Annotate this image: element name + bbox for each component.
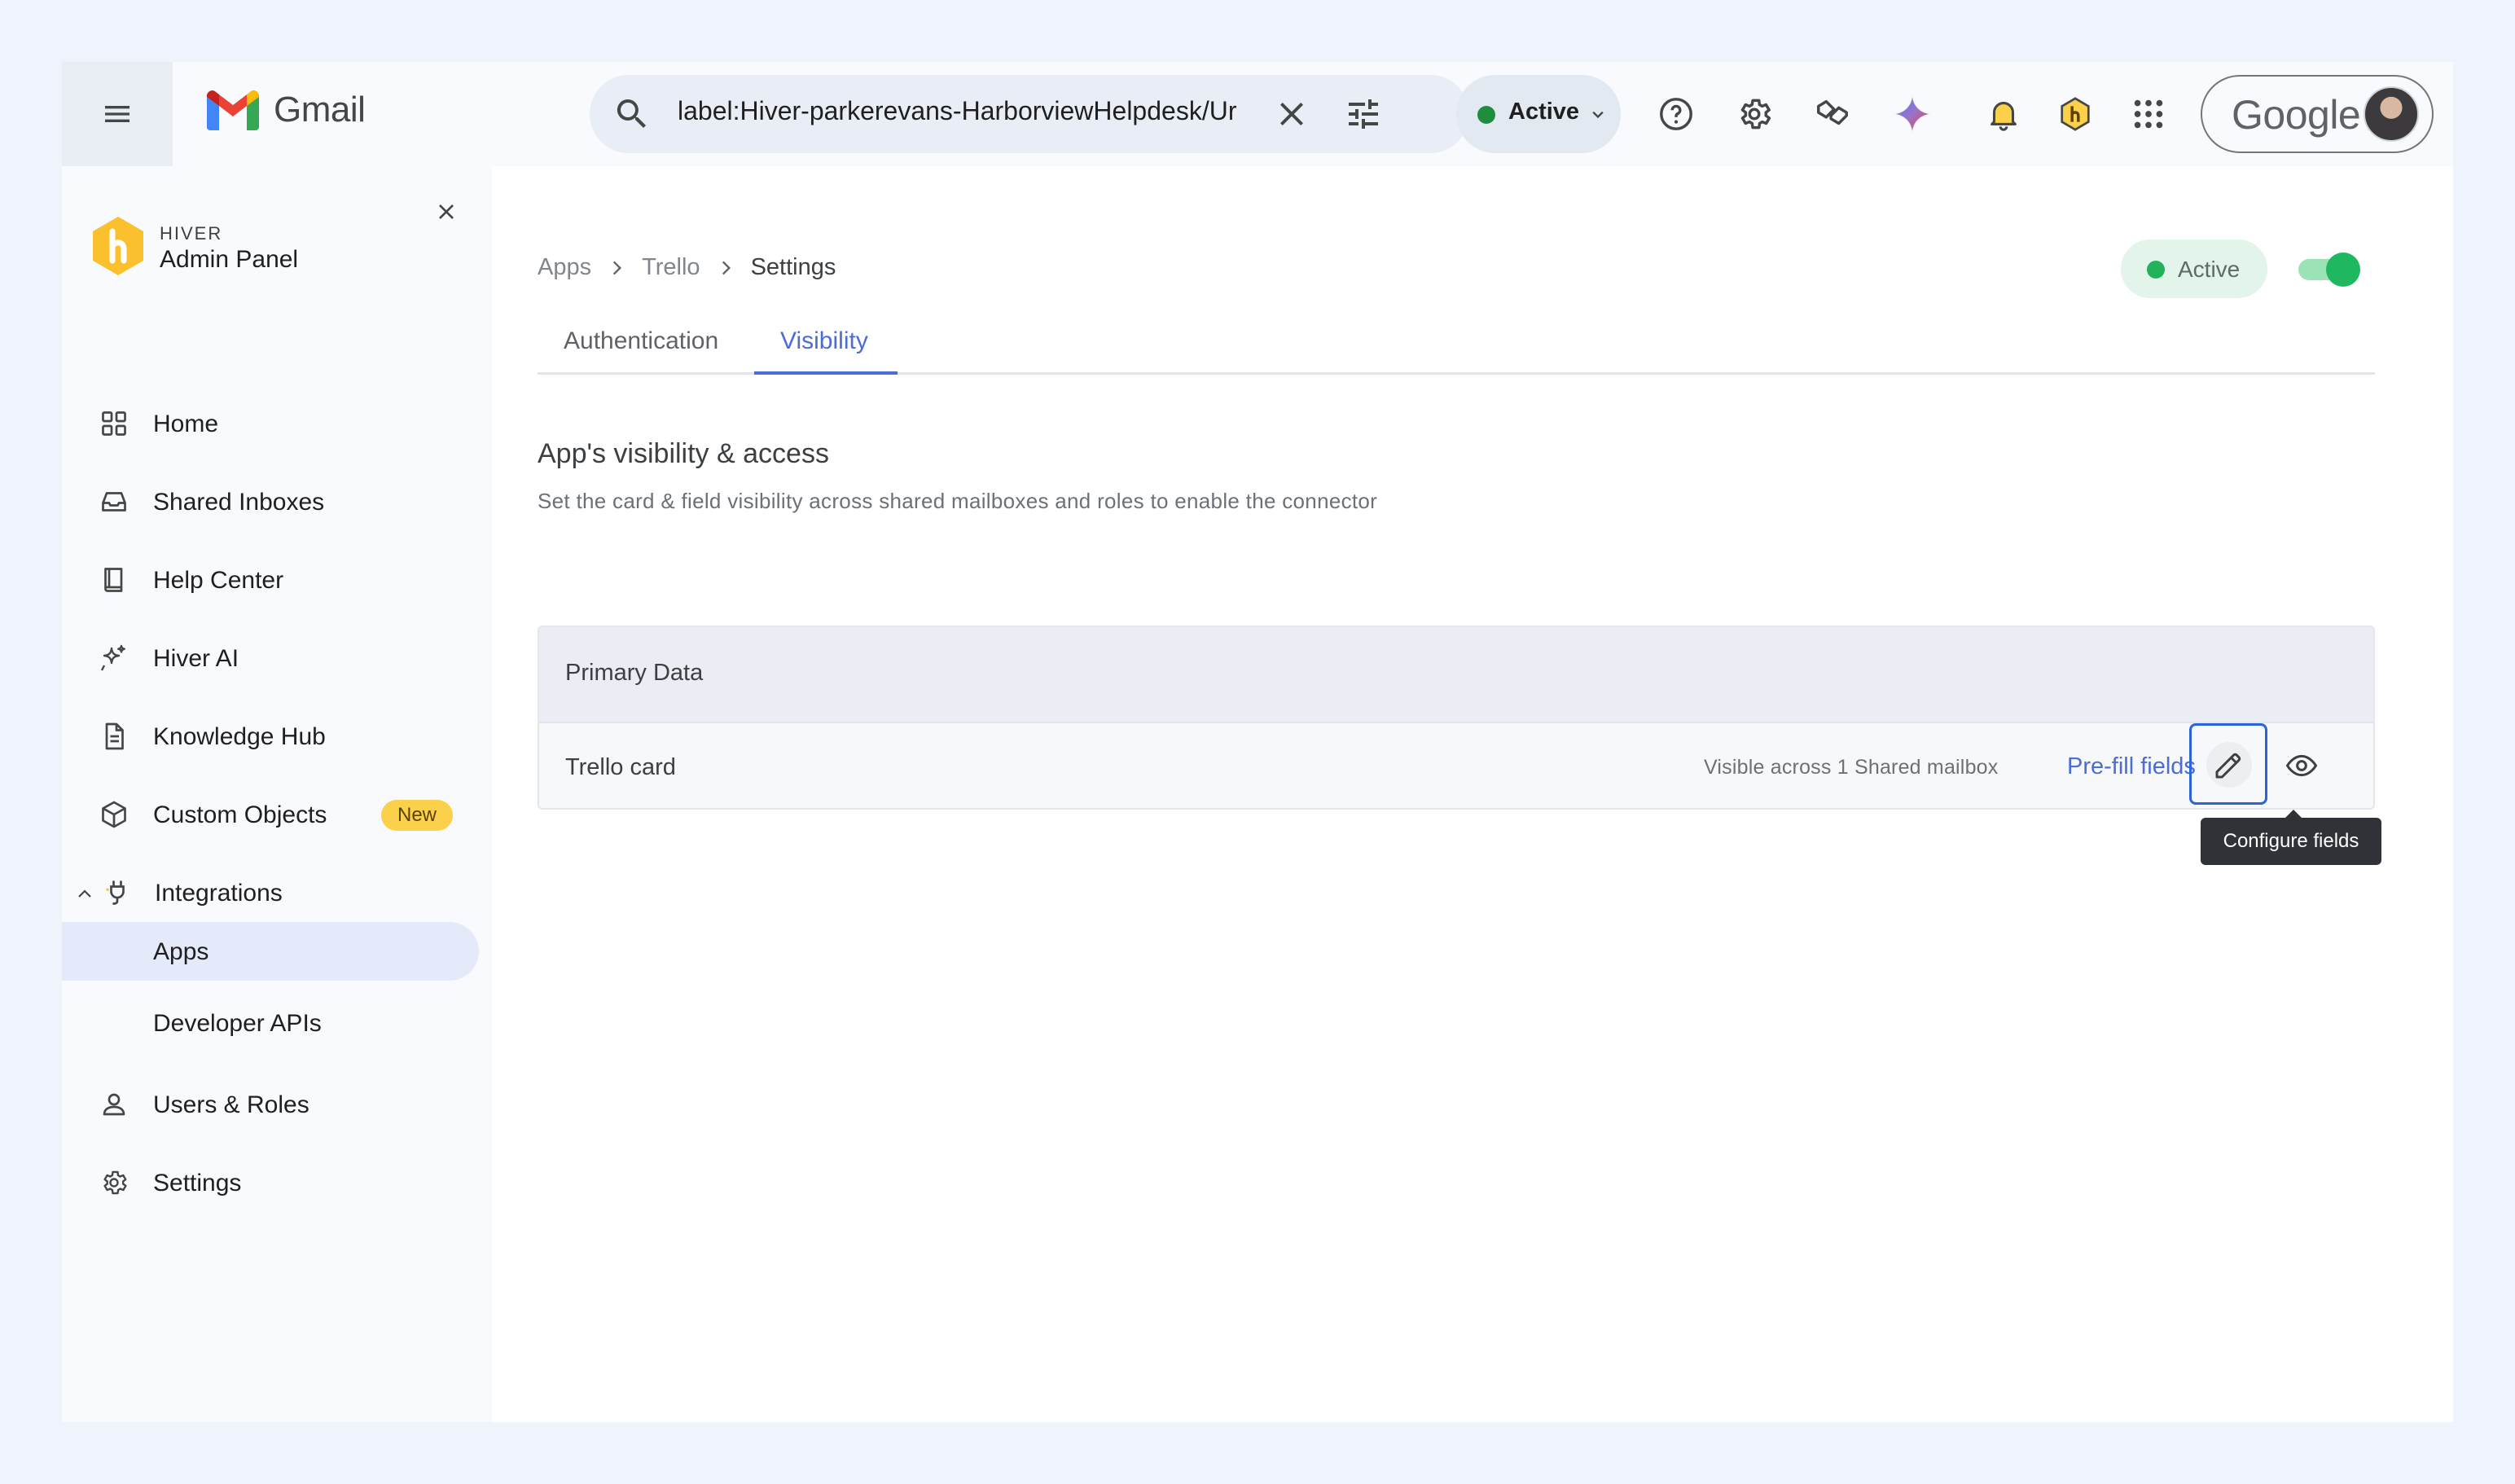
- configure-fields-button[interactable]: [2189, 723, 2267, 805]
- main-content: Apps Trello Settings Active Authenticati…: [492, 166, 2453, 1422]
- sidebar-item-label: Developer APIs: [153, 1010, 322, 1037]
- notifications-icon[interactable]: [1984, 94, 2023, 134]
- status-dot: [1477, 106, 1495, 124]
- clear-search-icon[interactable]: [1272, 94, 1311, 138]
- close-icon[interactable]: [433, 199, 459, 229]
- eye-icon[interactable]: [2284, 748, 2320, 784]
- apps-grid-icon[interactable]: [2129, 94, 2168, 134]
- google-wordmark: Google: [2232, 92, 2361, 138]
- tab-authentication[interactable]: Authentication: [564, 327, 718, 375]
- settings-tabs: Authentication Visibility: [538, 318, 2375, 375]
- google-account-button[interactable]: Google: [2201, 75, 2434, 153]
- row-name: Trello card: [565, 754, 676, 780]
- section-description: Set the card & field visibility across s…: [538, 489, 1378, 513]
- cube-icon: [102, 801, 126, 828]
- sidebar-item-label: Knowledge Hub: [153, 723, 326, 750]
- search-options-icon[interactable]: [1344, 94, 1383, 138]
- chevron-down-icon: [1587, 103, 1609, 130]
- pencil-icon: [2206, 742, 2252, 788]
- browser-window: Gmail label:Hiver-parkerevans-Harborview…: [62, 62, 2453, 1422]
- sidebar-item-label: Help Center: [153, 567, 284, 594]
- status-dot: [2147, 261, 2165, 279]
- table-row: Trello card Visible across 1 Shared mail…: [539, 723, 2373, 808]
- menu-icon: [105, 106, 129, 122]
- sidebar-item-label: Custom Objects: [153, 801, 327, 828]
- tooltip: Configure fields: [2201, 810, 2381, 865]
- sidebar-item-label: Shared Inboxes: [153, 489, 325, 516]
- status-badge: Active: [2121, 239, 2267, 298]
- sidebar-item-integrations[interactable]: Integrations: [62, 863, 492, 922]
- breadcrumb-apps[interactable]: Apps: [538, 254, 591, 281]
- hiver-logo-icon: [90, 215, 147, 281]
- prefill-fields-link[interactable]: Pre-fill fields: [2067, 753, 2196, 780]
- sidebar-item-users-roles[interactable]: Users & Roles: [62, 1075, 492, 1134]
- admin-sidebar: HIVER Admin Panel Home Shared Inboxes He…: [62, 166, 492, 1422]
- active-tab-indicator: [754, 371, 898, 375]
- sparkle-icon: [100, 644, 125, 671]
- sidebar-item-hiver-ai[interactable]: Hiver AI: [62, 629, 492, 687]
- status-badge-label: Active: [2178, 257, 2241, 282]
- row-visibility-text: Visible across 1 Shared mailbox: [1704, 756, 1999, 779]
- chevron-right-icon: [715, 257, 736, 279]
- toggle-knob: [2326, 252, 2360, 287]
- gmail-logo[interactable]: Gmail: [207, 90, 366, 130]
- sidebar-item-apps[interactable]: Apps: [62, 922, 479, 981]
- sidebar-item-help-center[interactable]: Help Center: [62, 551, 492, 609]
- gmail-wordmark: Gmail: [274, 90, 366, 130]
- user-icon: [103, 1093, 125, 1116]
- gmail-topbar: Gmail label:Hiver-parkerevans-Harborview…: [62, 62, 2453, 166]
- hiver-badge-icon[interactable]: [2056, 94, 2095, 134]
- sidebar-item-custom-objects[interactable]: Custom Objects New: [62, 785, 492, 844]
- main-menu-button[interactable]: [62, 62, 173, 166]
- card-header-label: Primary Data: [565, 660, 704, 686]
- breadcrumb-settings: Settings: [750, 254, 836, 280]
- chevron-right-icon: [606, 257, 627, 279]
- sidebar-item-developer-apis[interactable]: Developer APIs: [62, 994, 492, 1052]
- hiver-brand-label: HIVER: [160, 223, 223, 244]
- plug-icon: [105, 880, 125, 905]
- gear-icon: [103, 1170, 127, 1195]
- sidebar-item-knowledge-hub[interactable]: Knowledge Hub: [62, 707, 492, 766]
- hiver-extension-icon[interactable]: [1813, 94, 1852, 134]
- sidebar-item-label: Users & Roles: [153, 1091, 309, 1118]
- document-icon: [105, 722, 124, 750]
- new-badge: New: [381, 800, 453, 831]
- tab-visibility[interactable]: Visibility: [780, 327, 868, 375]
- app-enable-toggle[interactable]: [2298, 252, 2360, 287]
- status-label: Active: [1508, 99, 1580, 125]
- visibility-card: Primary Data Trello card Visible across …: [538, 626, 2375, 810]
- book-icon: [104, 568, 123, 592]
- settings-icon[interactable]: [1735, 94, 1774, 134]
- status-dropdown[interactable]: Active: [1456, 75, 1621, 153]
- sidebar-item-label: Apps: [153, 938, 209, 965]
- search-input[interactable]: label:Hiver-parkerevans-HarborviewHelpde…: [678, 96, 1261, 126]
- inbox-icon: [102, 492, 126, 511]
- sidebar-item-shared-inboxes[interactable]: Shared Inboxes: [62, 472, 492, 531]
- gmail-m-icon: [207, 90, 259, 130]
- avatar: [2364, 86, 2419, 142]
- gemini-icon[interactable]: [1893, 94, 1932, 134]
- chevron-up-icon[interactable]: [75, 885, 94, 908]
- search-icon[interactable]: [612, 94, 652, 138]
- breadcrumb: Apps Trello Settings: [538, 254, 836, 281]
- sidebar-item-label: Settings: [153, 1170, 242, 1196]
- sidebar-item-home[interactable]: Home: [62, 394, 492, 453]
- search-bar[interactable]: label:Hiver-parkerevans-HarborviewHelpde…: [590, 75, 1469, 153]
- sidebar-item-label: Hiver AI: [153, 645, 239, 672]
- sidebar-item-settings[interactable]: Settings: [62, 1153, 492, 1212]
- card-header: Primary Data: [539, 627, 2373, 723]
- sidebar-item-label: Integrations: [155, 880, 283, 907]
- grid-icon: [102, 411, 126, 436]
- breadcrumb-trello[interactable]: Trello: [642, 254, 700, 281]
- sidebar-item-label: Home: [153, 411, 219, 437]
- section-title: App's visibility & access: [538, 438, 829, 469]
- help-icon[interactable]: [1657, 94, 1696, 134]
- admin-panel-title: Admin Panel: [160, 246, 299, 273]
